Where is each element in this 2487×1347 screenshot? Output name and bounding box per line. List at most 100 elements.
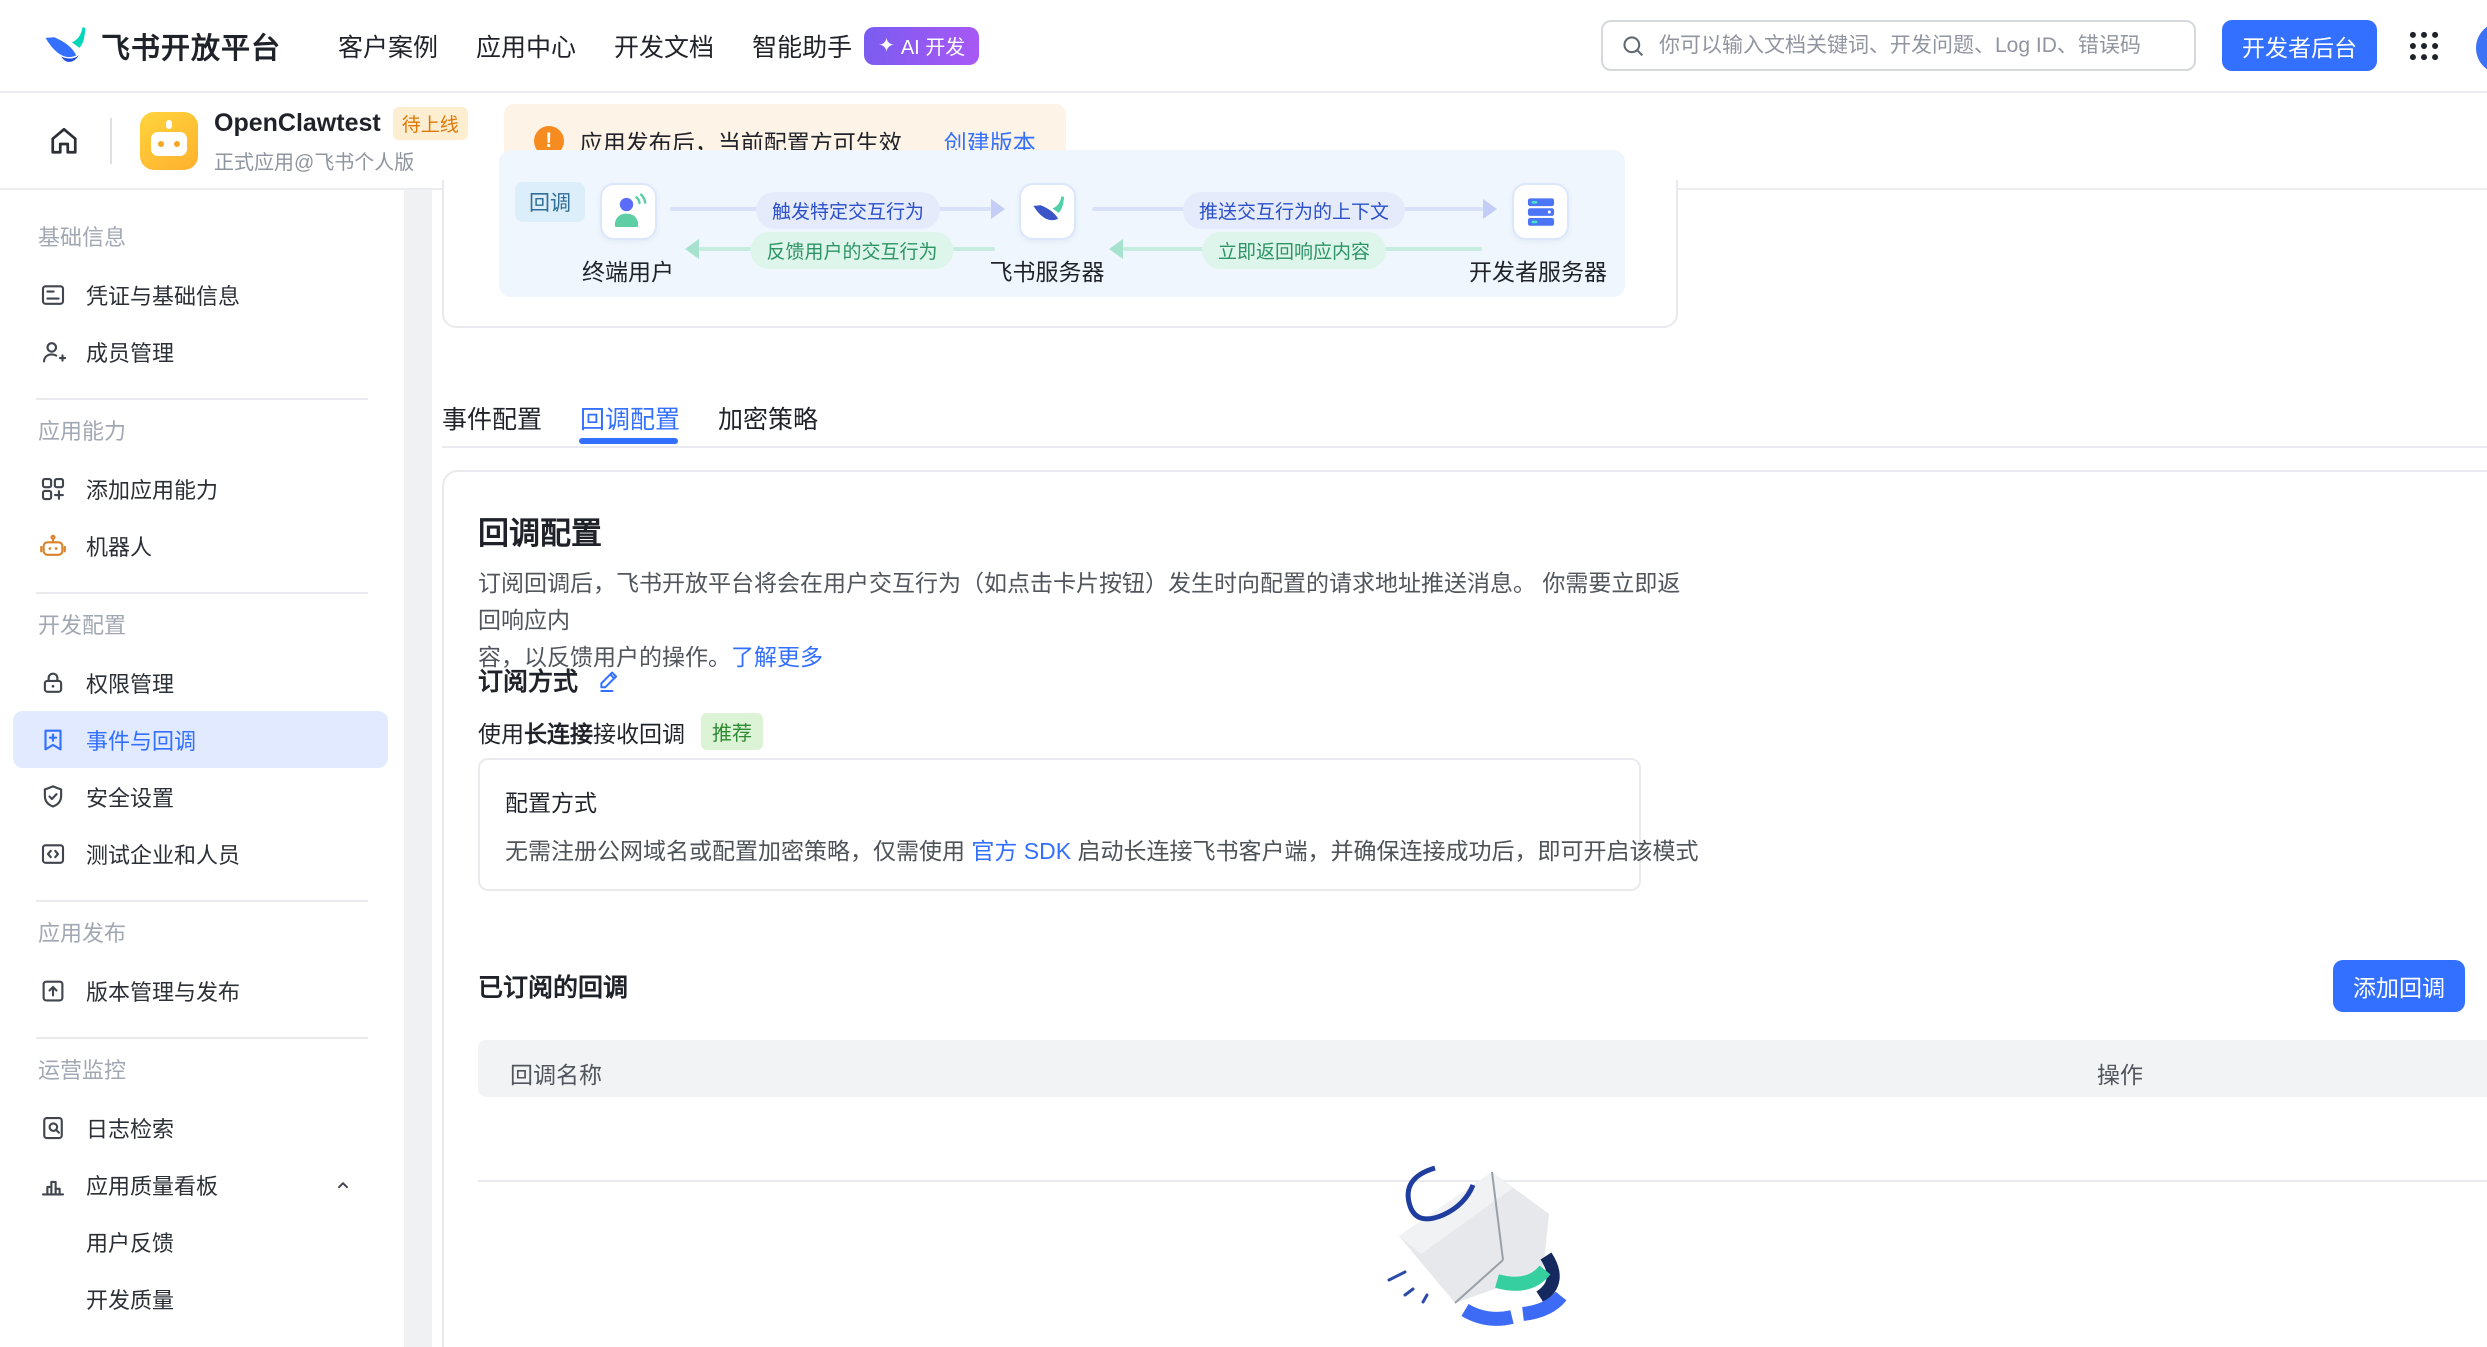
recommend-badge: 推荐	[701, 713, 763, 750]
lock-icon	[43, 672, 63, 693]
sidebar-divider	[36, 900, 368, 902]
sidebar-item-label: 测试企业和人员	[86, 842, 241, 868]
home-icon[interactable]	[46, 123, 82, 159]
feishu-open-platform-page: 飞书开放平台 客户案例 应用中心 开发文档 智能助手 ✦AI 开发 开发者后台	[0, 0, 2487, 1347]
official-sdk-link[interactable]: 官方 SDK	[971, 838, 1071, 864]
divider	[110, 117, 112, 164]
sidebar-item-label: 安全设置	[86, 785, 175, 811]
primary-nav: 客户案例 应用中心 开发文档 智能助手 ✦ AI 开发	[338, 26, 980, 65]
forward-label-2: 推送交互行为的上下文	[1182, 192, 1406, 229]
return-label-1: 反馈用户的交互行为	[750, 232, 954, 269]
page-title: 回调配置	[478, 516, 602, 551]
edit-icon[interactable]	[596, 666, 624, 694]
sidebar-item-label: 权限管理	[86, 671, 175, 697]
brand[interactable]: 飞书开放平台	[43, 25, 281, 67]
person-plus-icon	[42, 341, 67, 362]
config-body-before: 无需注册公网域名或配置加密策略，仅需使用	[505, 838, 972, 864]
column-actions: 操作	[2097, 1062, 2143, 1088]
code-box-icon	[41, 843, 65, 864]
shield-check-icon	[43, 784, 63, 808]
ai-dev-badge[interactable]: ✦ AI 开发	[864, 26, 980, 65]
end-user-label: 终端用户	[582, 259, 674, 285]
description-line-1: 订阅回调后，飞书开放平台将会在用户交互行为（如点击卡片按钮）发生时向配置的请求地…	[478, 570, 1681, 633]
diagram-badge: 回调	[515, 182, 585, 222]
nav-item-docs[interactable]: 开发文档	[614, 28, 714, 64]
bar-chart-icon	[41, 1180, 65, 1195]
robot-icon	[40, 534, 66, 556]
callbacks-table-header: 回调名称 操作	[478, 1040, 2487, 1097]
sidebar-item-label: 日志检索	[86, 1116, 175, 1142]
config-method-box: 配置方式 无需注册公网域名或配置加密策略，仅需使用 官方 SDK 启动长连接飞书…	[478, 758, 1698, 891]
nav-item-assistant[interactable]: 智能助手 ✦ AI 开发	[752, 26, 980, 65]
sidebar-item-add-capability[interactable]: 添加应用能力	[0, 460, 404, 517]
sidebar-scrollbar[interactable]	[404, 190, 432, 1347]
app-icon-robot	[140, 111, 198, 170]
sidebar-item-members[interactable]: 成员管理	[0, 323, 404, 380]
sidebar-item-label: 版本管理与发布	[86, 979, 241, 1005]
server-icon	[1527, 197, 1554, 226]
sidebar-section-release: 应用发布	[38, 921, 127, 946]
app-subtitle: 正式应用@飞书个人版	[214, 151, 415, 174]
tabs-divider	[442, 446, 2487, 448]
search-icon	[1619, 32, 1647, 60]
bookmark-plus-icon	[44, 729, 62, 750]
status-badge: 待上线	[392, 106, 468, 140]
sidebar-section-capabilities: 应用能力	[38, 419, 127, 444]
sidebar-section-basic-info: 基础信息	[38, 225, 127, 250]
sparkle-icon: ✦	[878, 35, 895, 57]
tab-encryption-strategy[interactable]: 加密策略	[718, 400, 818, 436]
sidebar-divider	[36, 398, 368, 400]
add-callback-button[interactable]: 添加回调	[2333, 960, 2465, 1012]
sidebar-item-log-search[interactable]: 日志检索	[0, 1099, 404, 1156]
id-card-icon	[41, 284, 65, 305]
sidebar-divider	[36, 1037, 368, 1039]
sidebar-item-version-release[interactable]: 版本管理与发布	[0, 962, 404, 1019]
end-user-node	[600, 183, 657, 240]
learn-more-link[interactable]: 了解更多	[731, 644, 823, 670]
global-search[interactable]	[1601, 20, 2196, 71]
method-prefix: 使用	[478, 720, 524, 747]
doc-search-icon	[43, 1116, 63, 1139]
upload-box-icon	[42, 980, 64, 1001]
forward-label-1: 触发特定交互行为	[755, 192, 941, 229]
empty-state-illustration	[1337, 1140, 1607, 1347]
config-body-after: 启动长连接飞书客户端，并确保连接成功后，即可开启该模式	[1071, 838, 1699, 864]
sidebar-item-label: 机器人	[86, 534, 153, 560]
sidebar: 基础信息 凭证与基础信息 成员管理 应用能力 添加应用能力 机器人 开发配置 权…	[0, 190, 404, 1347]
tab-event-config[interactable]: 事件配置	[442, 400, 542, 436]
app-meta: OpenClawtest 待上线 正式应用@飞书个人版	[214, 106, 468, 175]
sidebar-item-quality-dashboard[interactable]: 应用质量看板	[0, 1156, 404, 1213]
main-content: 回调 终端用户 飞书服务器 开发者服务器 触发特定交互行为 反馈用户的交互行为 …	[432, 150, 2487, 1347]
sidebar-section-monitoring: 运营监控	[38, 1058, 127, 1083]
developer-console-button[interactable]: 开发者后台	[2222, 20, 2377, 71]
feishu-logo-icon	[43, 26, 87, 66]
feishu-server-node	[1019, 183, 1076, 240]
method-suffix: 接收回调	[593, 720, 685, 747]
tab-callback-config[interactable]: 回调配置	[580, 400, 680, 436]
sidebar-item-events-callbacks[interactable]: 事件与回调	[13, 711, 388, 768]
page-description: 订阅回调后，飞书开放平台将会在用户交互行为（如点击卡片按钮）发生时向配置的请求地…	[478, 565, 1688, 676]
config-box-body: 无需注册公网域名或配置加密策略，仅需使用 官方 SDK 启动长连接飞书客户端，并…	[505, 832, 1698, 866]
sidebar-item-user-feedback[interactable]: 用户反馈	[0, 1213, 404, 1270]
grid-plus-icon	[41, 477, 65, 500]
column-callback-name: 回调名称	[510, 1062, 602, 1088]
search-input[interactable]	[1659, 33, 2178, 58]
sidebar-item-dev-quality[interactable]: 开发质量	[0, 1270, 404, 1327]
active-tab-underline	[579, 438, 678, 444]
nav-item-app-center[interactable]: 应用中心	[476, 28, 576, 64]
sidebar-item-security[interactable]: 安全设置	[0, 768, 404, 825]
subscribe-method-header: 订阅方式	[478, 662, 624, 698]
sidebar-item-credentials[interactable]: 凭证与基础信息	[0, 266, 404, 323]
user-avatar[interactable]	[2476, 22, 2487, 74]
nav-item-cases[interactable]: 客户案例	[338, 28, 438, 64]
feishu-server-label: 飞书服务器	[989, 259, 1105, 285]
sidebar-item-bot[interactable]: 机器人	[0, 517, 404, 574]
sidebar-item-test-company[interactable]: 测试企业和人员	[0, 825, 404, 882]
method-name: 长连接	[524, 720, 593, 747]
apps-grid-icon[interactable]	[2405, 27, 2443, 65]
sidebar-item-permissions[interactable]: 权限管理	[0, 654, 404, 711]
subscribe-method-value: 使用 长连接 接收回调 推荐	[478, 713, 763, 750]
chevron-up-icon[interactable]	[330, 1172, 356, 1198]
end-user-icon	[614, 192, 646, 227]
sidebar-item-label: 添加应用能力	[86, 477, 219, 503]
